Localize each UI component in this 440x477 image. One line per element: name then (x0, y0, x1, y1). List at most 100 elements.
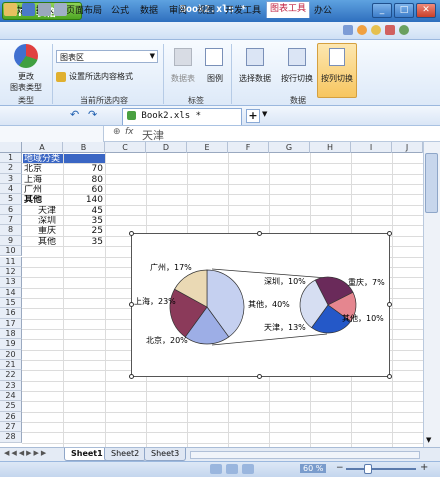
row-header[interactable]: 24 (0, 391, 22, 402)
menu-data[interactable]: 数据 (140, 3, 158, 16)
zoom-in-button[interactable]: + (420, 462, 428, 473)
page-view-icon[interactable] (226, 464, 238, 474)
cell-value[interactable]: 25 (63, 226, 103, 236)
column-header[interactable]: D (146, 142, 187, 153)
row-header[interactable]: 7 (0, 215, 22, 226)
column-header[interactable]: C (105, 142, 146, 153)
close-button[interactable]: ✕ (416, 3, 436, 18)
menu-view[interactable]: 视图 (197, 3, 215, 16)
row-header[interactable]: 20 (0, 349, 22, 360)
row-header[interactable]: 12 (0, 266, 22, 278)
resize-handle[interactable] (129, 302, 134, 307)
row-header[interactable]: 16 (0, 308, 22, 319)
scroll-thumb[interactable] (425, 153, 438, 213)
minimize-button[interactable]: _ (372, 3, 392, 18)
menu-review[interactable]: 审阅 (169, 3, 187, 16)
column-header[interactable]: I (351, 142, 392, 153)
chart-area[interactable]: 广州，17% 上海，23% 北京，20% 其他，40% 深圳，10% 重庆，7% 其他，10… (131, 233, 390, 377)
open-icon[interactable] (4, 3, 17, 16)
face-icon[interactable] (399, 25, 409, 35)
menu-chart-tools[interactable]: 图表工具 (266, 1, 311, 18)
resize-handle[interactable] (129, 374, 134, 379)
row-header[interactable]: 5 (0, 194, 22, 205)
help-icon[interactable] (343, 25, 353, 35)
chart-element-dropdown[interactable]: 图表区 ▼ (56, 50, 158, 63)
row-header[interactable]: 18 (0, 328, 22, 340)
bug-icon[interactable] (385, 25, 395, 35)
cell-name[interactable]: 重庆 (38, 226, 56, 236)
zoom-out-button[interactable]: − (336, 463, 344, 473)
cell-name[interactable]: 北京 (24, 164, 42, 174)
resize-handle[interactable] (387, 374, 392, 379)
datatable-button[interactable]: 数据表 (168, 73, 198, 84)
column-header[interactable]: G (269, 142, 310, 153)
row-header[interactable]: 3 (0, 173, 22, 185)
column-header[interactable]: J (392, 142, 423, 153)
sheet-tab[interactable]: Sheet1 (64, 448, 110, 461)
menu-office[interactable]: 办公 (314, 3, 332, 16)
select-data-button[interactable]: 选择数据 (237, 73, 273, 84)
column-header[interactable]: E (187, 142, 228, 153)
chevron-down-icon[interactable]: ▼ (262, 110, 267, 118)
fx-icon[interactable]: fx (125, 127, 134, 137)
row-header[interactable]: 2 (0, 163, 22, 174)
page-break-icon[interactable] (242, 464, 254, 474)
row-header[interactable]: 14 (0, 287, 22, 298)
chevron-down-icon[interactable]: ▼ (426, 436, 431, 444)
zoom-icon[interactable]: ⊕ (113, 127, 121, 137)
save-icon[interactable] (22, 3, 35, 16)
row-header[interactable]: 6 (0, 204, 22, 216)
change-chart-type-button[interactable]: 更改 图表类型 (10, 71, 42, 93)
legend-button[interactable]: 图例 (203, 73, 227, 84)
row-header[interactable]: 10 (0, 246, 22, 257)
resize-handle[interactable] (129, 231, 134, 236)
resize-handle[interactable] (387, 302, 392, 307)
menu-formula[interactable]: 公式 (111, 3, 129, 16)
resize-handle[interactable] (387, 231, 392, 236)
row-header[interactable]: 11 (0, 256, 22, 267)
normal-view-icon[interactable] (210, 464, 222, 474)
name-box[interactable] (0, 126, 104, 142)
column-header[interactable]: A (22, 142, 63, 153)
format-selection-button[interactable]: 设置所选内容格式 (56, 71, 133, 82)
row-header[interactable]: 25 (0, 401, 22, 412)
row-header[interactable]: 27 (0, 422, 22, 433)
column-header[interactable]: H (310, 142, 351, 153)
row-header[interactable]: 28 (0, 432, 22, 443)
row-header[interactable]: 9 (0, 235, 22, 247)
document-tab[interactable]: Book2.xls * (122, 108, 242, 125)
horizontal-scrollbar[interactable] (190, 451, 420, 459)
row-header[interactable]: 4 (0, 184, 22, 195)
sheet-tab[interactable]: Sheet3 (144, 448, 187, 461)
cell-name[interactable]: 其他 (24, 195, 42, 205)
tab-navigation-arrows[interactable]: ◀◀◀▶▶▶ (4, 449, 48, 457)
switch-row-button[interactable]: 按行切换 (279, 73, 315, 84)
select-all-corner[interactable] (0, 142, 22, 153)
row-header[interactable]: 21 (0, 360, 22, 371)
formula-input[interactable]: 天津 (142, 127, 164, 143)
row-header[interactable]: 15 (0, 297, 22, 309)
column-header[interactable]: B (63, 142, 105, 153)
cell-value[interactable]: 70 (63, 164, 103, 174)
print-icon[interactable] (38, 3, 51, 16)
zoom-slider-thumb[interactable] (364, 464, 372, 474)
row-header[interactable]: 8 (0, 225, 22, 236)
sheet-tab[interactable]: Sheet2 (104, 448, 147, 461)
row-header[interactable]: 23 (0, 380, 22, 392)
row-header[interactable]: 26 (0, 411, 22, 423)
row-header[interactable]: 19 (0, 339, 22, 350)
row-header[interactable]: 1 (0, 153, 22, 164)
column-header[interactable]: F (228, 142, 269, 153)
row-header[interactable]: 13 (0, 277, 22, 288)
cell-value[interactable]: 140 (63, 195, 103, 205)
row-header[interactable]: 17 (0, 318, 22, 329)
redo-icon[interactable]: ↷ (88, 108, 97, 121)
resize-handle[interactable] (257, 374, 262, 379)
resize-handle[interactable] (257, 231, 262, 236)
face-icon[interactable] (371, 25, 381, 35)
undo-icon[interactable]: ↶ (70, 108, 79, 121)
menu-developer[interactable]: 开发工具 (225, 3, 261, 16)
new-tab-button[interactable]: + (246, 109, 260, 123)
face-icon[interactable] (357, 25, 367, 35)
zoom-slider[interactable] (346, 468, 416, 470)
